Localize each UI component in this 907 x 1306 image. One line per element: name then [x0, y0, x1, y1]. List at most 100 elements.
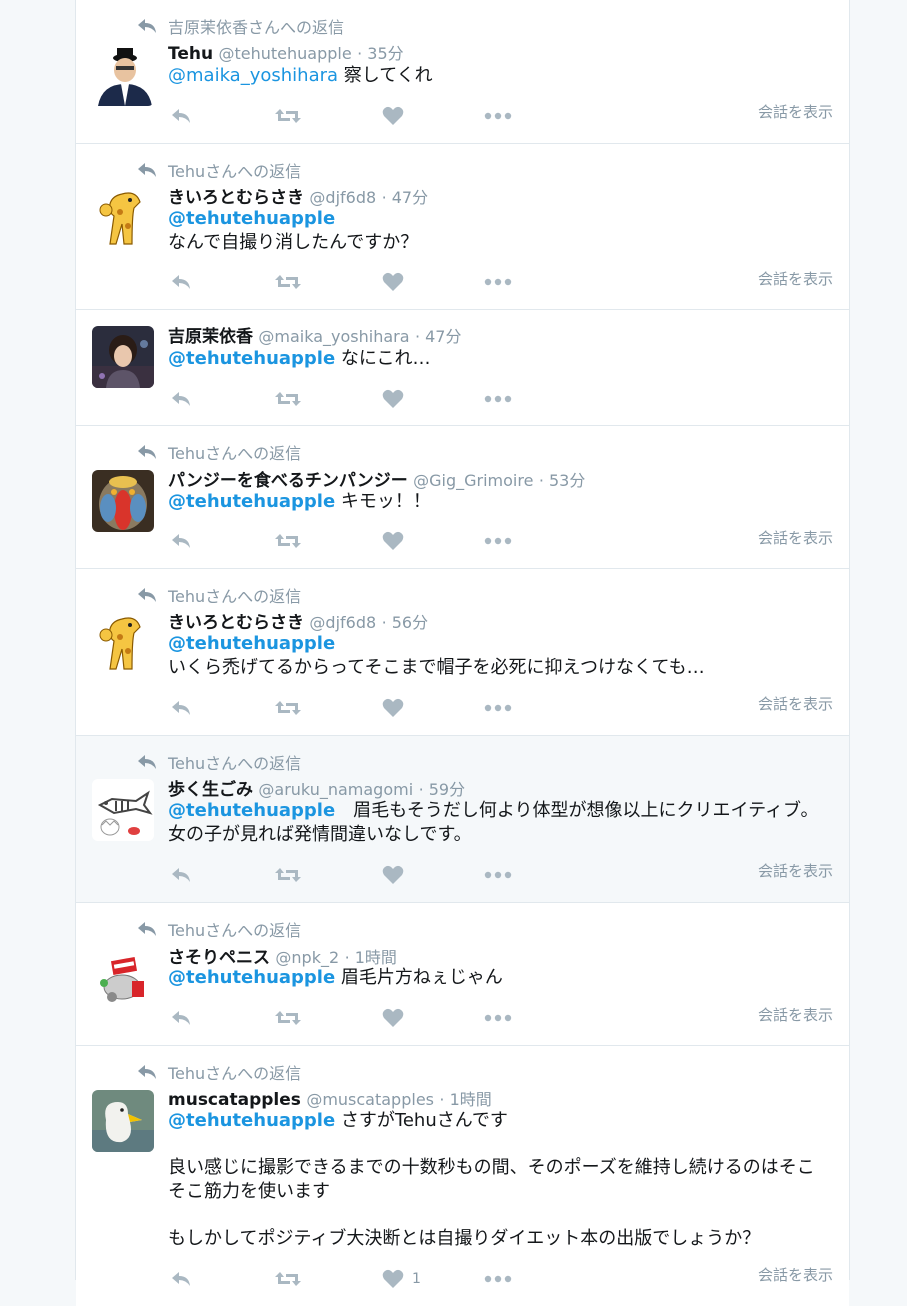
tweet[interactable]: Tehuさんへの返信 歩く生ごみ @aruku_namagomi · 59分 @…	[76, 736, 849, 903]
show-conversation-link[interactable]: 会話を表示	[758, 1004, 833, 1025]
timestamp[interactable]: · 1時間	[439, 1090, 491, 1109]
like-button[interactable]	[382, 104, 404, 128]
timestamp[interactable]: · 47分	[382, 188, 429, 207]
display-name[interactable]: きいろとむらさき	[168, 188, 304, 208]
timestamp[interactable]: · 53分	[539, 471, 586, 490]
display-name[interactable]: さそりペニス	[168, 948, 270, 968]
show-conversation-link[interactable]: 会話を表示	[758, 101, 833, 122]
timestamp[interactable]: · 59分	[419, 780, 466, 799]
reply-button[interactable]	[170, 696, 192, 720]
retweet-button[interactable]	[274, 529, 302, 553]
more-icon	[484, 395, 512, 403]
mention-link[interactable]: @tehutehuapple	[168, 491, 335, 512]
show-conversation-link[interactable]: 会話を表示	[758, 693, 833, 714]
user-handle[interactable]: @maika_yoshihara	[258, 327, 409, 346]
display-name[interactable]: Tehu	[168, 44, 213, 64]
show-conversation-link[interactable]: 会話を表示	[758, 527, 833, 548]
tweet[interactable]: Tehuさんへの返信 きいろとむらさき @djf6d8 · 56分 @tehut…	[76, 569, 849, 736]
timestamp[interactable]: · 56分	[382, 613, 429, 632]
retweet-button[interactable]	[274, 387, 302, 411]
mention-link[interactable]: @tehutehuapple	[168, 348, 335, 369]
mention-link[interactable]: @tehutehuapple	[168, 633, 335, 654]
like-button[interactable]	[382, 1006, 404, 1030]
timestamp[interactable]: · 47分	[415, 327, 462, 346]
display-name[interactable]: きいろとむらさき	[168, 613, 304, 633]
reply-icon	[172, 109, 190, 123]
mention-link[interactable]: @tehutehuapple	[168, 800, 335, 821]
retweet-button[interactable]	[274, 1006, 302, 1030]
reply-button[interactable]	[170, 270, 192, 294]
user-handle[interactable]: @muscatapples	[306, 1090, 434, 1109]
like-button[interactable]	[382, 696, 404, 720]
tweet[interactable]: Tehuさんへの返信 さそりペニス @npk_2 · 1時間 @tehutehu…	[76, 903, 849, 1046]
user-handle[interactable]: @djf6d8	[309, 613, 376, 632]
like-button[interactable]: 1	[382, 1267, 421, 1291]
show-conversation-link[interactable]: 会話を表示	[758, 1264, 833, 1285]
user-handle[interactable]: @Gig_Grimoire	[413, 471, 533, 490]
timestamp[interactable]: · 35分	[357, 44, 404, 63]
retweet-button[interactable]	[274, 104, 302, 128]
display-name[interactable]: 歩く生ごみ	[168, 780, 253, 800]
display-name[interactable]: 吉原茉依香	[168, 327, 253, 347]
more-button[interactable]	[484, 863, 512, 887]
reply-button[interactable]	[170, 863, 192, 887]
tweet[interactable]: Tehuさんへの返信 muscatapples @muscatapples · …	[76, 1046, 849, 1306]
timestamp[interactable]: · 1時間	[345, 948, 397, 967]
retweet-button[interactable]	[274, 270, 302, 294]
retweet-button[interactable]	[274, 696, 302, 720]
heart-icon	[382, 272, 404, 291]
avatar[interactable]	[92, 779, 154, 841]
reply-button[interactable]	[170, 1006, 192, 1030]
user-handle[interactable]: @npk_2	[275, 948, 339, 967]
user-handle[interactable]: @aruku_namagomi	[258, 780, 413, 799]
action-bar	[168, 270, 528, 294]
avatar[interactable]	[92, 326, 154, 388]
retweet-button[interactable]	[274, 863, 302, 887]
tweet[interactable]: 吉原茉依香 @maika_yoshihara · 47分 @tehutehuap…	[76, 310, 849, 426]
avatar[interactable]	[92, 44, 154, 106]
tweet[interactable]: 吉原茉依香さんへの返信 Tehu @tehutehuapple · 35分 @m…	[76, 0, 849, 144]
like-button[interactable]	[382, 387, 404, 411]
tweet-text: @tehutehuapple いくら禿げてるからってそこまで帽子を必死に抑えつけ…	[168, 632, 829, 680]
more-button[interactable]	[484, 1006, 512, 1030]
mention-link[interactable]: @maika_yoshihara	[168, 65, 338, 86]
user-handle[interactable]: @tehutehuapple	[218, 44, 351, 63]
more-button[interactable]	[484, 1267, 512, 1291]
more-button[interactable]	[484, 529, 512, 553]
avatar[interactable]	[92, 1090, 154, 1152]
like-button[interactable]	[382, 270, 404, 294]
avatar[interactable]	[92, 186, 154, 248]
reply-button[interactable]	[170, 1267, 192, 1291]
more-button[interactable]	[484, 696, 512, 720]
display-name[interactable]: muscatapples	[168, 1090, 301, 1110]
reply-context-text: Tehuさんへの返信	[168, 587, 302, 606]
tweet-text-content: 眉毛片方ねぇじゃん	[335, 967, 503, 988]
mention-link[interactable]: @tehutehuapple	[168, 208, 335, 229]
action-bar	[168, 529, 528, 553]
reply-context-text: Tehuさんへの返信	[168, 754, 302, 773]
more-button[interactable]	[484, 104, 512, 128]
tweet-text-content: キモッ！！	[335, 491, 431, 512]
mention-link[interactable]: @tehutehuapple	[168, 967, 335, 988]
show-conversation-link[interactable]: 会話を表示	[758, 268, 833, 289]
tweet-text: @maika_yoshihara 察してくれ	[168, 64, 829, 88]
reply-context: Tehuさんへの返信	[136, 583, 301, 607]
like-button[interactable]	[382, 529, 404, 553]
like-button[interactable]	[382, 863, 404, 887]
display-name[interactable]: パンジーを食べるチンパンジー	[168, 471, 408, 491]
tweet[interactable]: Tehuさんへの返信 きいろとむらさき @djf6d8 · 47分 @tehut…	[76, 144, 849, 310]
reply-button[interactable]	[170, 529, 192, 553]
tweet[interactable]: Tehuさんへの返信 パンジーを食べるチンパンジー @Gig_Grimoire …	[76, 426, 849, 569]
avatar[interactable]	[92, 470, 154, 532]
tweet-header: Tehu @tehutehuapple · 35分	[168, 40, 404, 64]
retweet-button[interactable]	[274, 1267, 302, 1291]
avatar[interactable]	[92, 611, 154, 673]
show-conversation-link[interactable]: 会話を表示	[758, 860, 833, 881]
avatar[interactable]	[92, 947, 154, 1009]
reply-button[interactable]	[170, 104, 192, 128]
more-button[interactable]	[484, 270, 512, 294]
reply-button[interactable]	[170, 387, 192, 411]
user-handle[interactable]: @djf6d8	[309, 188, 376, 207]
more-button[interactable]	[484, 387, 512, 411]
mention-link[interactable]: @tehutehuapple	[168, 1110, 335, 1131]
